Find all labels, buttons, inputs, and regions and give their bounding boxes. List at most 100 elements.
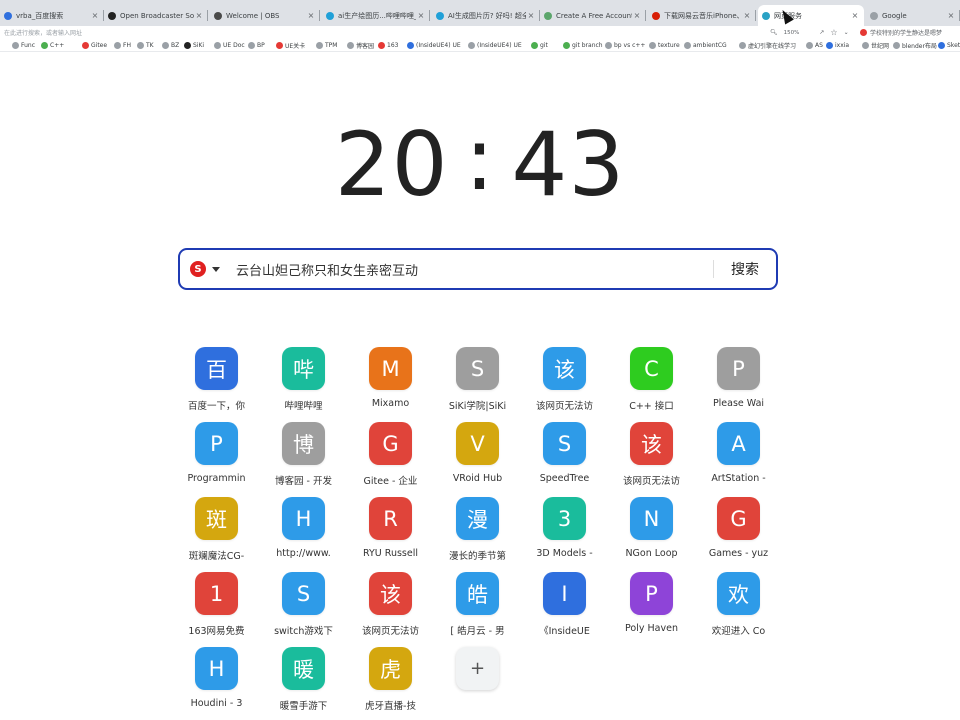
shortcut-item[interactable]: A ArtStation - [695, 422, 782, 497]
shortcut-item[interactable]: C C++ 接口 [608, 347, 695, 422]
shortcut-label: 3D Models - [536, 548, 593, 559]
browser-tab[interactable]: AI生成图片历? 好吗! 超全面× [432, 5, 540, 26]
bookmark-item[interactable]: Sket [938, 39, 960, 51]
shortcut-item[interactable]: 百百度一下，你 [173, 347, 260, 422]
search-button[interactable]: 搜索 [714, 250, 776, 288]
bookmark-item[interactable]: 虚幻引擎在线学习 [739, 39, 796, 51]
zoom-level[interactable]: 150% [784, 30, 800, 36]
bookmark-favicon-icon [184, 42, 191, 49]
shortcut-icon: G [717, 497, 760, 540]
shortcut-item[interactable]: Hhttp://www. [260, 497, 347, 572]
bookmark-item[interactable]: 世纪网 [862, 39, 889, 51]
shortcut-item[interactable]: H Houdini - 3 [173, 647, 260, 720]
shortcut-item[interactable]: 虎虎牙直播-技 [347, 647, 434, 720]
close-tab-icon[interactable]: × [90, 11, 100, 20]
shortcut-item[interactable]: 该该网页无法访 [347, 572, 434, 647]
shortcut-icon: S [456, 347, 499, 390]
bookmark-favicon-icon [806, 42, 813, 49]
bookmark-item[interactable]: AS [806, 39, 823, 51]
shortcut-item[interactable]: 漫漫长的季节第 [434, 497, 521, 572]
bookmark-favicon-icon [12, 42, 19, 49]
shortcut-item[interactable]: 3 3D Models - [521, 497, 608, 572]
bookmark-item[interactable]: Func [12, 39, 35, 51]
shortcut-item[interactable]: Sswitch游戏下 [260, 572, 347, 647]
browser-tab[interactable]: Create A Free Account At Au...× [540, 5, 646, 26]
address-bar-row: 在此进行搜索，或者输入网址 🔍︎ 150% ↗ ☆ ⌄ 学校特别的学生静达是嗯梦 [0, 26, 960, 39]
browser-tab[interactable]: 下载网易云音乐iPhone、iPad...× [648, 5, 756, 26]
shortcut-label: switch游戏下 [274, 626, 333, 637]
close-tab-icon[interactable]: × [416, 11, 426, 20]
bookmark-item[interactable]: TK [137, 39, 154, 51]
shortcut-icon: G [369, 422, 412, 465]
side-notification[interactable]: 学校特别的学生静达是嗯梦 [860, 26, 960, 39]
address-placeholder: 在此进行搜索，或者输入网址 [4, 30, 83, 37]
shortcut-item[interactable]: P Programmin [173, 422, 260, 497]
bookmark-item[interactable]: git [531, 39, 548, 51]
shortcut-item[interactable]: P Poly Haven [608, 572, 695, 647]
bookmark-item[interactable]: FH [114, 39, 131, 51]
shortcut-item[interactable]: I 《InsideUE [521, 572, 608, 647]
close-tab-icon[interactable]: × [850, 11, 860, 20]
bookmark-item[interactable]: texture [649, 39, 680, 51]
bookmark-label: git [540, 42, 548, 49]
bookmark-item[interactable]: bp vs c++ [605, 39, 645, 51]
shortcut-item[interactable]: 博博客园 - 开发 [260, 422, 347, 497]
bookmark-item[interactable]: 163 [378, 39, 398, 51]
shortcut-item[interactable]: 斑斑斓魔法CG- [173, 497, 260, 572]
browser-tab[interactable]: vrba_百度搜索 × [0, 5, 104, 26]
bookmark-item[interactable]: SiKi [184, 39, 204, 51]
shortcut-item[interactable]: 暖暖雪手游下 [260, 647, 347, 720]
chevron-down-icon[interactable]: ⌄ [844, 29, 849, 36]
bookmark-item[interactable]: BP [248, 39, 265, 51]
bookmark-item[interactable]: Gitee [82, 39, 107, 51]
share-icon[interactable]: ↗ [819, 29, 824, 36]
close-tab-icon[interactable]: × [742, 11, 752, 20]
shortcut-item[interactable]: N NGon Loop [608, 497, 695, 572]
close-tab-icon[interactable]: × [632, 11, 642, 20]
bookmark-item[interactable]: (InsideUE4) UE [407, 39, 461, 51]
close-tab-icon[interactable]: × [526, 11, 536, 20]
shortcut-label: 该网页无法访 [361, 626, 419, 637]
shortcut-item[interactable]: S SpeedTree [521, 422, 608, 497]
close-tab-icon[interactable]: × [306, 11, 316, 20]
browser-tab[interactable]: Google × [866, 5, 960, 26]
close-tab-icon[interactable]: × [194, 11, 204, 20]
zoom-icon[interactable]: 🔍︎ [770, 29, 778, 36]
address-input[interactable]: 在此进行搜索，或者输入网址 [0, 26, 860, 39]
shortcut-item[interactable]: P Please Wai [695, 347, 782, 422]
bookmark-item[interactable]: ambientCG [684, 39, 727, 51]
bookmark-item[interactable]: ixxia [826, 39, 849, 51]
shortcut-icon: V [456, 422, 499, 465]
shortcut-item[interactable]: G Games - yuz [695, 497, 782, 572]
close-tab-icon[interactable]: × [946, 11, 956, 20]
shortcut-item[interactable]: 该该网页无法访 [521, 347, 608, 422]
shortcut-item[interactable]: 1 163网易免费 [173, 572, 260, 647]
bookmark-item[interactable]: 博客园 [347, 39, 374, 51]
shortcut-icon: 该 [543, 347, 586, 390]
bookmark-item[interactable]: C++ [41, 39, 64, 51]
shortcut-item[interactable]: 该该网页无法访 [608, 422, 695, 497]
shortcut-item[interactable]: S SiKi学院|SiKi [434, 347, 521, 422]
bookmark-item[interactable]: UE Doc [214, 39, 245, 51]
browser-tab[interactable]: ai生产绘图历...哔哩哔哩_BILI...× [322, 5, 430, 26]
bookmark-item[interactable]: UE关卡 [276, 39, 305, 51]
browser-tab[interactable]: Welcome | OBS × [210, 5, 320, 26]
search-engine-selector[interactable]: S [180, 250, 230, 288]
add-shortcut-button[interactable]: + [434, 647, 521, 720]
shortcut-item[interactable]: 皓 [ 皓月云 - 男 [434, 572, 521, 647]
shortcut-item[interactable]: G Gitee - 企业 [347, 422, 434, 497]
bookmark-item[interactable]: BZ [162, 39, 179, 51]
shortcut-item[interactable]: V VRoid Hub [434, 422, 521, 497]
browser-tab[interactable]: Open Broadcaster Software× [104, 5, 208, 26]
bookmark-star-icon[interactable]: ☆ [830, 28, 837, 37]
shortcut-item[interactable]: 欢欢迎进入 Co [695, 572, 782, 647]
shortcut-item[interactable]: M Mixamo [347, 347, 434, 422]
shortcut-item[interactable]: R RYU Russell [347, 497, 434, 572]
bookmark-item[interactable]: blender布局 [893, 39, 937, 51]
bookmark-item[interactable]: git branch [563, 39, 603, 51]
bookmark-item[interactable]: TPM [316, 39, 337, 51]
shortcut-item[interactable]: 哔哔哩哔哩 [260, 347, 347, 422]
bookmark-item[interactable]: (InsideUE4) UE [468, 39, 522, 51]
search-input[interactable] [230, 261, 713, 277]
browser-tab[interactable]: 网页服务 × [758, 5, 864, 26]
